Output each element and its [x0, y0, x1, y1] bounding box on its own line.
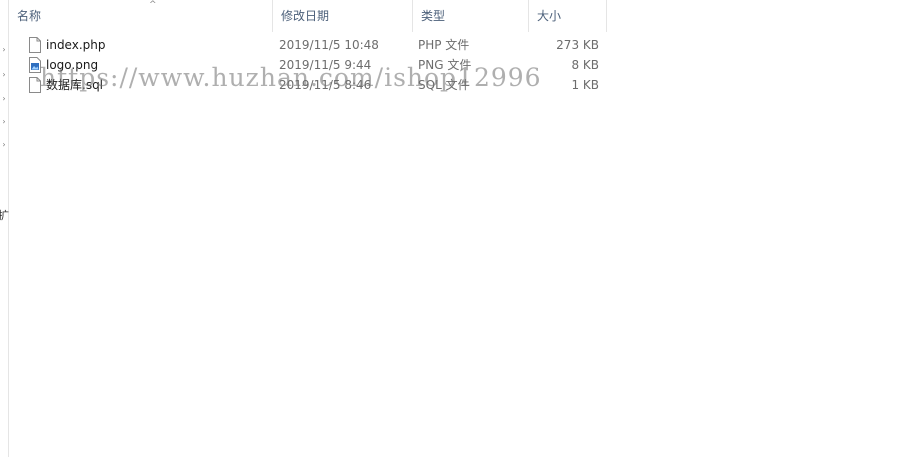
expand-chevron-icon[interactable]: › [0, 45, 8, 55]
column-header-date[interactable]: 修改日期 [273, 0, 413, 32]
expand-chevron-icon[interactable]: › [0, 117, 8, 127]
file-name: logo.png [46, 58, 99, 72]
navigation-pane-edge: › › › › › [0, 0, 9, 457]
expand-chevron-icon[interactable]: › [0, 70, 8, 80]
document-icon [28, 35, 42, 55]
expand-chevron-icon[interactable]: › [0, 140, 8, 150]
image-file-icon [28, 55, 42, 75]
column-header-name-label: 名称 [17, 9, 42, 23]
file-modified-date: 2019/11/5 8:46 [279, 78, 372, 92]
file-explorer-window: › › › › › 扩 名称 ^ 修改日期 类型 大小 index.php 20… [0, 0, 900, 457]
file-modified-date: 2019/11/5 10:48 [279, 38, 379, 52]
file-name: index.php [46, 38, 106, 52]
file-row[interactable]: 数据库.sql 2019/11/5 8:46 SQL 文件 1 KB [18, 75, 607, 95]
column-header-type-label: 类型 [421, 9, 446, 23]
column-header-size-label: 大小 [537, 9, 562, 23]
column-header-date-label: 修改日期 [281, 9, 330, 23]
file-size: 1 KB [571, 78, 599, 92]
nav-pane-label-fragment: 扩 [0, 209, 9, 222]
column-header-name[interactable]: 名称 ^ [9, 0, 273, 32]
file-size: 273 KB [556, 38, 599, 52]
column-header-type[interactable]: 类型 [413, 0, 529, 32]
file-row[interactable]: index.php 2019/11/5 10:48 PHP 文件 273 KB [18, 35, 607, 55]
file-type: PNG 文件 [418, 58, 472, 72]
file-modified-date: 2019/11/5 9:44 [279, 58, 372, 72]
file-type: SQL 文件 [418, 78, 470, 92]
file-size: 8 KB [571, 58, 599, 72]
file-type: PHP 文件 [418, 38, 470, 52]
file-row[interactable]: logo.png 2019/11/5 9:44 PNG 文件 8 KB [18, 55, 607, 75]
expand-chevron-icon[interactable]: › [0, 94, 8, 104]
column-header-size[interactable]: 大小 [529, 0, 607, 32]
sort-ascending-icon: ^ [149, 0, 157, 10]
document-icon [28, 75, 42, 95]
file-name: 数据库.sql [46, 78, 104, 92]
